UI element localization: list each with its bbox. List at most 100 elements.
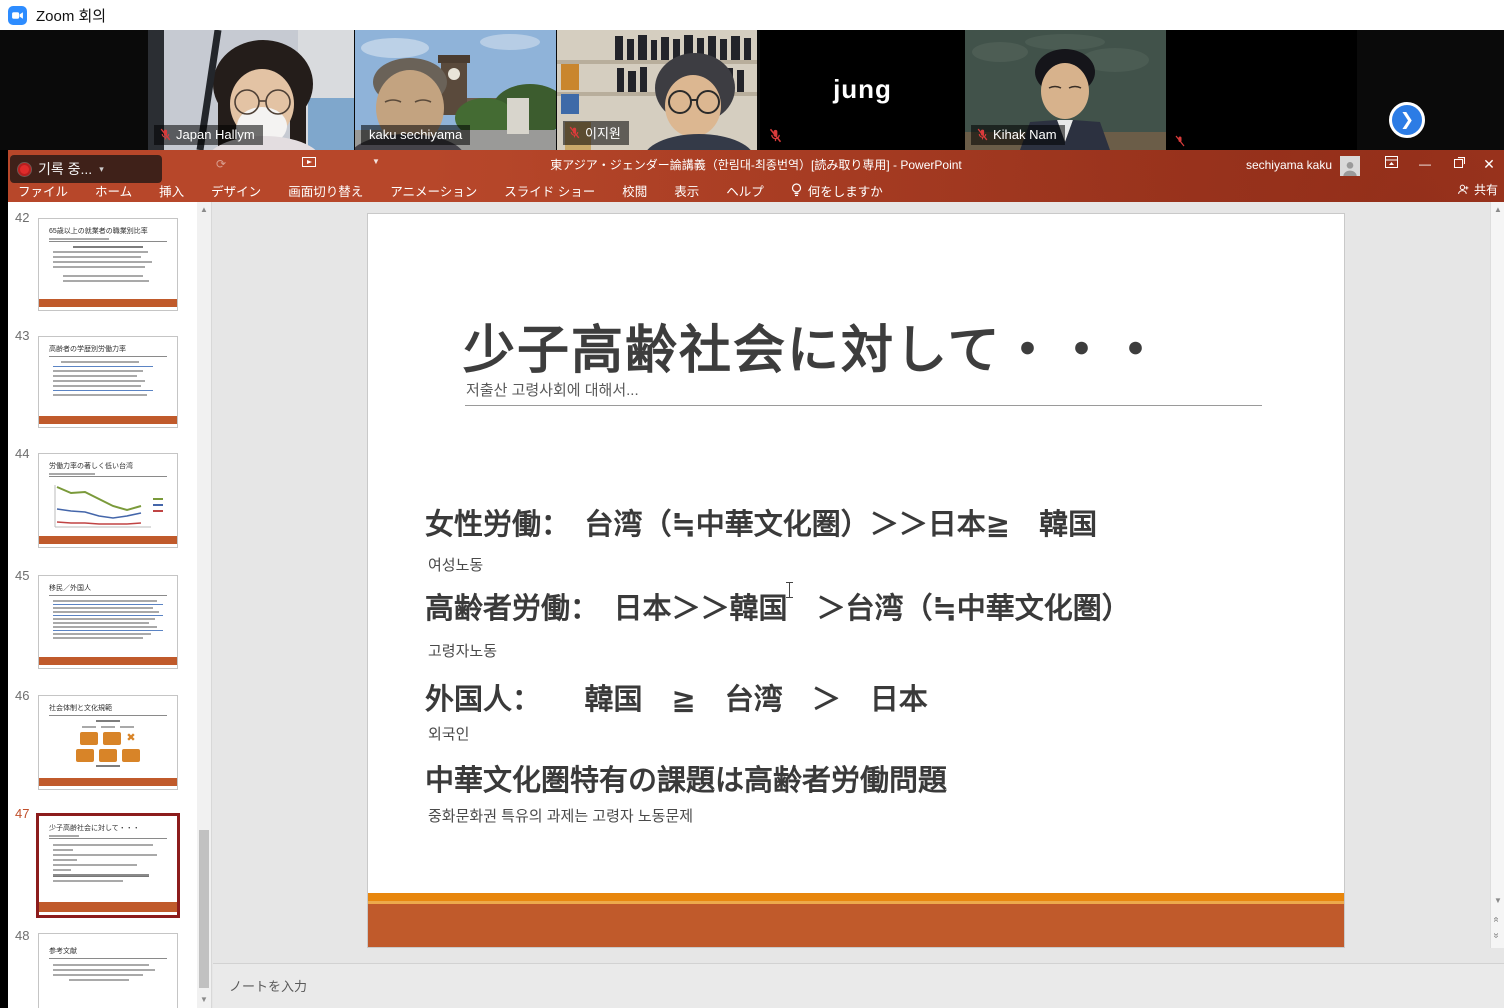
mini-slide-title: 社会体制と文化規範: [49, 703, 167, 713]
zoom-window-titlebar: Zoom 회의: [0, 0, 1504, 30]
mini-diagram-box: [99, 749, 117, 762]
slide-body-block[interactable]: 女性労働： 台湾（≒中華文化圏）＞＞日本≧ 韓国 여성노동 高齢者労働： 日本＞…: [368, 474, 1344, 834]
slide-title-block[interactable]: 少子高齢社会に対して・・・ 저출산 고령사회에 대해서...: [368, 214, 1344, 474]
slide-thumbnail-45[interactable]: 移民／外国人: [38, 575, 178, 669]
thumbnail-scrollbar[interactable]: ▲ ▼: [197, 202, 211, 1008]
mini-slide-band: [39, 536, 177, 544]
tab-insert[interactable]: 挿入: [159, 181, 184, 200]
video-tile-japan-hallym[interactable]: Japan Hallym: [148, 30, 354, 150]
mini-diagram-box: [76, 749, 94, 762]
scroll-down-arrow[interactable]: ▼: [1491, 896, 1504, 905]
ribbon-display-options-button[interactable]: [1378, 154, 1404, 174]
slide-number: 45: [15, 568, 29, 583]
tab-review[interactable]: 校閲: [622, 181, 647, 200]
tab-animations[interactable]: アニメーション: [390, 181, 477, 200]
tab-transitions[interactable]: 画面切り替え: [288, 181, 363, 200]
text-cursor: [789, 582, 790, 598]
slide-thumbnail-48[interactable]: 参考文献: [38, 933, 178, 1008]
next-page-arrow-button[interactable]: ❯: [1389, 102, 1425, 138]
close-button[interactable]: ✕: [1476, 154, 1502, 174]
mini-diagram-x-icon: ✖: [126, 733, 135, 744]
participant-name: 이지원: [585, 123, 621, 142]
video-tile-kihak-nam[interactable]: Kihak Nam: [965, 30, 1166, 150]
slide-canvas[interactable]: 少子高齢社会に対して・・・ 저출산 고령사회에 대해서... 女性労働： 台湾（…: [367, 213, 1345, 948]
tab-home[interactable]: ホーム: [95, 181, 132, 200]
minimize-button[interactable]: —: [1412, 154, 1438, 174]
mini-slide-band: [39, 299, 177, 307]
scrollbar-thumb[interactable]: [199, 830, 209, 988]
video-tile-jung[interactable]: jung: [760, 30, 965, 150]
video-strip: Japan Hallym: [0, 30, 1504, 150]
mini-slide-title: 少子高齢社会に対して・・・: [49, 823, 167, 833]
scroll-up-arrow[interactable]: ▲: [1491, 205, 1504, 214]
slide-body-line-jp: 女性労働： 台湾（≒中華文化圏）＞＞日本≧ 韓国: [425, 501, 1097, 543]
qat-customize-caret[interactable]: ▼: [372, 157, 380, 166]
previous-slide-button[interactable]: «: [1490, 917, 1501, 923]
slide-body-line-jp: 高齢者労働： 日本＞＞韓国 ＞台湾（≒中華文化圏）: [425, 585, 1131, 627]
presentation-screen-icon: [302, 157, 316, 169]
muted-mic-icon: [159, 128, 172, 141]
start-slideshow-button[interactable]: [302, 157, 316, 172]
tab-file[interactable]: ファイル: [18, 181, 68, 200]
share-button[interactable]: 共有: [1457, 181, 1498, 198]
muted-mic-icon: [768, 128, 783, 143]
mini-slide-band: [39, 902, 177, 912]
mini-slide-title: 高齢者の学歴別労働力率: [49, 344, 167, 354]
slide-thumbnail-43[interactable]: 高齢者の学歴別労働力率: [38, 336, 178, 428]
slide-thumbnail-44[interactable]: 労働力率の著しく低い台湾: [38, 453, 178, 548]
ribbon-display-icon: [1385, 156, 1398, 168]
slide-body-line-jp: 中華文化圏特有の課題は高齢者労働問題: [425, 757, 947, 799]
slide-thumbnail-panel: 42 65歳以上の就業者の職業別比率 43 高齢者の学歴別労働力率: [8, 202, 212, 1008]
participant-label: Japan Hallym: [154, 125, 263, 145]
slide-body-line-kr: 고령자노동: [428, 640, 497, 661]
video-tile-blank[interactable]: [1166, 30, 1357, 150]
powerpoint-window: 東アジア・ジェンダー論講義（한림대-최종번역）[読み取り専用] - PowerP…: [8, 150, 1504, 1008]
account-user-name: sechiyama kaku: [1246, 158, 1332, 172]
tab-help[interactable]: ヘルプ: [726, 181, 764, 200]
video-tile-lee-jiwon[interactable]: 이지원: [557, 30, 757, 150]
slide-subtitle: 저출산 고령사회에 대해서...: [466, 379, 639, 400]
slide-title: 少子高齢社会に対して・・・: [463, 308, 1163, 383]
scroll-up-arrow[interactable]: ▲: [197, 205, 211, 214]
slide-body-line-jp: 外国人： 韓国 ≧ 台湾 ＞ 日本: [425, 676, 928, 718]
account-avatar[interactable]: [1340, 156, 1360, 176]
mini-slide-title: 参考文献: [49, 946, 167, 956]
slide-number: 42: [15, 210, 29, 225]
tab-slideshow[interactable]: スライド ショー: [504, 181, 595, 200]
ppt-chrome: 東アジア・ジェンダー論講義（한림대-최종번역）[読み取り専用] - PowerP…: [8, 150, 1504, 202]
recording-caret-icon: ▾: [99, 164, 104, 175]
slide-number: 44: [15, 446, 29, 461]
video-tile-kaku-sechiyama[interactable]: kaku sechiyama: [355, 30, 556, 150]
redo-button[interactable]: ⟳: [216, 157, 226, 171]
tab-design[interactable]: デザイン: [211, 181, 261, 200]
mini-slide-title: 65歳以上の就業者の職業別比率: [49, 226, 167, 236]
slide-thumbnail-47-selected[interactable]: 少子高齢社会に対して・・・: [36, 813, 180, 918]
slide-number: 43: [15, 328, 29, 343]
muted-mic-icon: [568, 126, 581, 139]
zoom-window-title: Zoom 회의: [36, 5, 106, 26]
notes-pane[interactable]: ノートを入力: [213, 963, 1504, 1008]
notes-placeholder: ノートを入力: [229, 979, 307, 994]
slide-thumbnail-42[interactable]: 65歳以上の就業者の職業別比率: [38, 218, 178, 311]
slide-body-line-kr: 중화문화권 특유의 과제는 고령자 노동문제: [428, 805, 693, 826]
participant-name: Japan Hallym: [176, 127, 255, 142]
mini-slide-band: [39, 416, 177, 424]
next-slide-button[interactable]: »: [1490, 933, 1501, 939]
mini-slide-title: 労働力率の著しく低い台湾: [49, 461, 167, 471]
muted-mic-icon: [1174, 135, 1186, 147]
tell-me-label: 何をしますか: [808, 181, 883, 200]
participant-label: kaku sechiyama: [361, 125, 470, 145]
mini-diagram-box: [122, 749, 140, 762]
tab-view[interactable]: 表示: [674, 181, 699, 200]
slide-thumbnail-46[interactable]: 社会体制と文化規範 ✖: [38, 695, 178, 790]
scroll-down-arrow[interactable]: ▼: [197, 995, 211, 1004]
restore-button[interactable]: [1445, 154, 1471, 174]
slide-number: 48: [15, 928, 29, 943]
participant-name: Kihak Nam: [993, 127, 1057, 142]
slide-area-scrollbar[interactable]: ▲ ▼ « »: [1490, 202, 1504, 948]
tell-me-search[interactable]: 何をしますか: [791, 181, 883, 200]
mini-diagram-box: [103, 732, 121, 745]
mini-line-chart: [47, 481, 171, 531]
screen: Zoom 회의: [0, 0, 1504, 1008]
slide-body-line-kr: 여성노동: [428, 554, 483, 575]
